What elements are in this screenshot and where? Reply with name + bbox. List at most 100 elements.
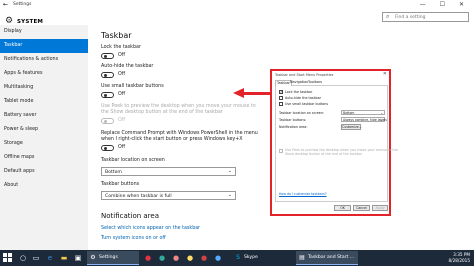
peek-state: Off <box>118 118 126 123</box>
task-view-icon[interactable]: ▭ <box>31 253 41 263</box>
dialog-location-dropdown[interactable]: Bottom ⌄ <box>341 110 385 115</box>
peek-label-line2: the Show desktop button at the end of th… <box>101 110 223 115</box>
lock-taskbar-toggle[interactable] <box>101 53 114 59</box>
pinned-app-icon-2[interactable]: ● <box>157 253 167 263</box>
peek-toggle[interactable] <box>101 118 114 124</box>
toggle-knob <box>103 120 107 123</box>
sidebar-item-power-sleep[interactable]: Power & sleep <box>0 123 88 137</box>
buttons-dropdown[interactable]: Combine when taskbar is full ⌄ <box>101 191 236 200</box>
powershell-label-line1: Replace Command Prompt with Windows Powe… <box>101 131 258 136</box>
sidebar-item-notifications[interactable]: Notifications & actions <box>0 53 88 67</box>
taskbar-app-properties[interactable]: ▤ Taskbar and Start ... <box>296 251 358 265</box>
toggle-knob <box>103 147 107 150</box>
pinned-app-icon-5[interactable]: ● <box>199 253 209 263</box>
windows-taskbar: ○ ▭ e ▬ ▣ ⚙ Settings ● ● ● ● ● ● S Skype… <box>0 250 474 266</box>
tray-date: 8/28/2015 <box>448 257 470 263</box>
search-icon[interactable]: ○ <box>18 253 28 263</box>
taskbar-app-label: Taskbar and Start ... <box>308 255 355 260</box>
back-arrow-icon[interactable]: ← <box>3 1 8 8</box>
sidebar-item-offline-maps[interactable]: Offline maps <box>0 151 88 165</box>
title-bar: ← Settings — ☐ ✕ <box>0 0 474 10</box>
sidebar-item-battery-saver[interactable]: Battery saver <box>0 109 88 123</box>
buttons-label: Taskbar buttons <box>101 182 140 187</box>
chevron-down-icon: ⌄ <box>380 110 383 115</box>
cancel-button[interactable]: Cancel <box>353 205 370 211</box>
page-title: Taskbar <box>101 31 132 40</box>
toggle-knob <box>103 94 107 97</box>
skype-icon: S <box>236 254 240 261</box>
sidebar-item-taskbar[interactable]: Taskbar <box>0 39 88 53</box>
lock-taskbar-check-label: Lock the taskbar <box>285 90 313 94</box>
location-dropdown[interactable]: Bottom ⌄ <box>101 167 236 176</box>
ok-button[interactable]: OK <box>334 205 351 211</box>
small-buttons-checkbox[interactable] <box>279 102 283 106</box>
sidebar-item-default-apps[interactable]: Default apps <box>0 165 88 179</box>
chevron-down-icon: ⌄ <box>227 168 232 174</box>
sidebar: Display Taskbar Notifications & actions … <box>0 25 88 250</box>
autohide-label: Auto-hide the taskbar <box>101 64 154 69</box>
properties-icon: ▤ <box>299 254 305 261</box>
lock-taskbar-label: Lock the taskbar <box>101 45 141 50</box>
start-button[interactable] <box>3 253 12 262</box>
select-icons-link[interactable]: Select which icons appear on the taskbar <box>101 226 200 231</box>
window-controls[interactable]: — ☐ ✕ <box>420 1 470 8</box>
system-icons-link[interactable]: Turn system icons on or off <box>101 236 166 241</box>
pinned-app-icon-4[interactable]: ● <box>185 253 195 263</box>
small-buttons-toggle[interactable] <box>101 92 114 98</box>
dialog-panel: Lock the taskbar Auto-hide the taskbar U… <box>275 86 398 202</box>
autohide-checkbox[interactable] <box>279 96 283 100</box>
peek-checkbox[interactable] <box>279 149 283 153</box>
pinned-app-icon-1[interactable]: ● <box>143 253 153 263</box>
dialog-title: Taskbar and Start Menu Properties <box>275 73 334 77</box>
small-buttons-label: Use small taskbar buttons <box>101 84 164 89</box>
chevron-down-icon: ⌄ <box>227 192 232 198</box>
taskbar-app-skype[interactable]: S Skype <box>232 251 292 265</box>
lock-taskbar-checkbox[interactable] <box>279 89 283 94</box>
gear-icon: ⚙ <box>90 254 96 261</box>
dialog-location-value: Bottom <box>343 111 355 116</box>
autohide-toggle[interactable] <box>101 72 114 78</box>
sidebar-item-apps[interactable]: Apps & features <box>0 67 88 81</box>
dialog-location-label: Taskbar location on screen: <box>279 111 324 115</box>
taskbar-app-settings[interactable]: ⚙ Settings <box>87 251 139 265</box>
small-buttons-check-label: Use small taskbar buttons <box>285 102 329 106</box>
dialog-notif-label: Notification area: <box>279 125 308 129</box>
store-icon[interactable]: ▣ <box>73 253 83 263</box>
sidebar-item-storage[interactable]: Storage <box>0 137 88 151</box>
location-value: Bottom <box>105 169 122 175</box>
powershell-toggle[interactable] <box>101 145 114 151</box>
powershell-label-line2: when I right-click the start button or p… <box>101 137 243 142</box>
toggle-knob <box>103 74 107 77</box>
sidebar-item-multitasking[interactable]: Multitasking <box>0 81 88 95</box>
dialog-peek-line2: Show desktop button at the end of the ta… <box>285 152 363 156</box>
buttons-value: Combine when taskbar is full <box>105 193 172 199</box>
powershell-state: Off <box>118 145 126 150</box>
sidebar-item-display[interactable]: Display <box>0 25 88 39</box>
autohide-check-label: Auto-hide the taskbar <box>285 96 321 100</box>
sidebar-item-about[interactable]: About <box>0 179 88 193</box>
sidebar-item-tablet-mode[interactable]: Tablet mode <box>0 95 88 109</box>
toggle-knob <box>103 55 107 58</box>
apply-button[interactable]: Apply <box>372 205 388 211</box>
dialog-buttons-label: Taskbar buttons: <box>279 118 307 122</box>
search-input[interactable]: ⌕ Find a setting <box>382 12 469 22</box>
pinned-app-icon-3[interactable]: ● <box>171 253 181 263</box>
customize-button[interactable]: Customize... <box>341 124 362 130</box>
close-icon[interactable]: ✕ <box>383 71 387 77</box>
search-icon: ⌕ <box>386 13 390 20</box>
notification-area-title: Notification area <box>101 212 159 220</box>
taskbar-properties-dialog: Taskbar and Start Menu Properties ✕ Task… <box>270 69 398 216</box>
small-buttons-state: Off <box>118 92 126 97</box>
search-placeholder: Find a setting <box>395 14 426 20</box>
autohide-state: Off <box>118 72 126 77</box>
system-tray-clock[interactable]: 3:35 PM 8/28/2015 <box>449 252 470 263</box>
customize-help-link[interactable]: How do I customize taskbars? <box>279 192 327 196</box>
red-arrow-shaft <box>243 92 270 95</box>
window-title: Settings <box>13 2 32 7</box>
edge-icon[interactable]: e <box>45 253 55 263</box>
pinned-app-icon-6[interactable]: ● <box>213 253 223 263</box>
file-explorer-icon[interactable]: ▬ <box>59 253 69 263</box>
dialog-buttons-dropdown[interactable]: Always combine, hide labels ⌄ <box>341 117 387 122</box>
lock-taskbar-state: Off <box>118 53 126 58</box>
taskbar-app-label: Skype <box>244 255 258 260</box>
